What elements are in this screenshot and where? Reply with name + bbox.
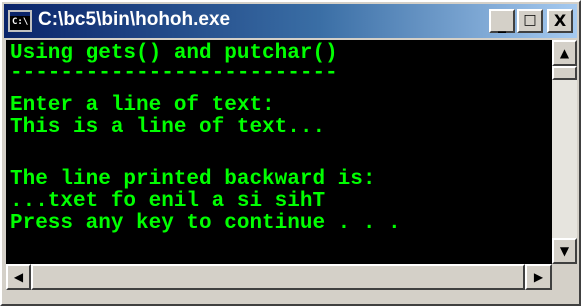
arrow-right-icon: ▶: [533, 270, 544, 284]
arrow-down-icon: ▼: [559, 244, 570, 258]
console-app-icon[interactable]: C:\: [8, 10, 32, 32]
scroll-up-button[interactable]: ▲: [552, 40, 577, 66]
console-line: Press any key to continue . . .: [10, 212, 401, 235]
console-window: C:\ C:\bc5\bin\hohoh.exe _ □ X Using get…: [0, 0, 581, 306]
console-line: The line printed backward is:: [10, 168, 376, 191]
arrow-left-icon: ◀: [13, 270, 24, 284]
arrow-up-icon: ▲: [559, 46, 570, 60]
window-title: C:\bc5\bin\hohoh.exe: [38, 9, 231, 30]
maximize-icon: □: [523, 12, 537, 28]
minimize-icon: _: [498, 14, 506, 33]
console-output[interactable]: Using gets() and putchar() -------------…: [6, 40, 552, 264]
console-line: This is a line of text...: [10, 116, 326, 139]
title-bar[interactable]: C:\ C:\bc5\bin\hohoh.exe _ □ X: [4, 4, 577, 38]
scroll-down-button[interactable]: ▼: [552, 238, 577, 264]
scrollbar-corner: [552, 264, 577, 290]
console-separator: --------------------------: [10, 62, 338, 85]
scroll-left-button[interactable]: ◀: [6, 264, 31, 290]
horizontal-scroll-thumb[interactable]: [31, 264, 525, 290]
console-line: Enter a line of text:: [10, 94, 275, 117]
console-icon-label: C:\: [12, 17, 29, 27]
console-line: ...txet fo enil a si sihT: [10, 190, 326, 213]
horizontal-scrollbar[interactable]: ◀ ▶: [6, 264, 552, 290]
minimize-button[interactable]: _: [489, 9, 515, 33]
close-button[interactable]: X: [547, 9, 573, 33]
maximize-button[interactable]: □: [517, 9, 543, 33]
close-icon: X: [553, 11, 567, 30]
vertical-scroll-thumb[interactable]: [552, 66, 577, 80]
scroll-right-button[interactable]: ▶: [525, 264, 552, 290]
vertical-scrollbar[interactable]: ▲ ▼: [552, 40, 577, 264]
